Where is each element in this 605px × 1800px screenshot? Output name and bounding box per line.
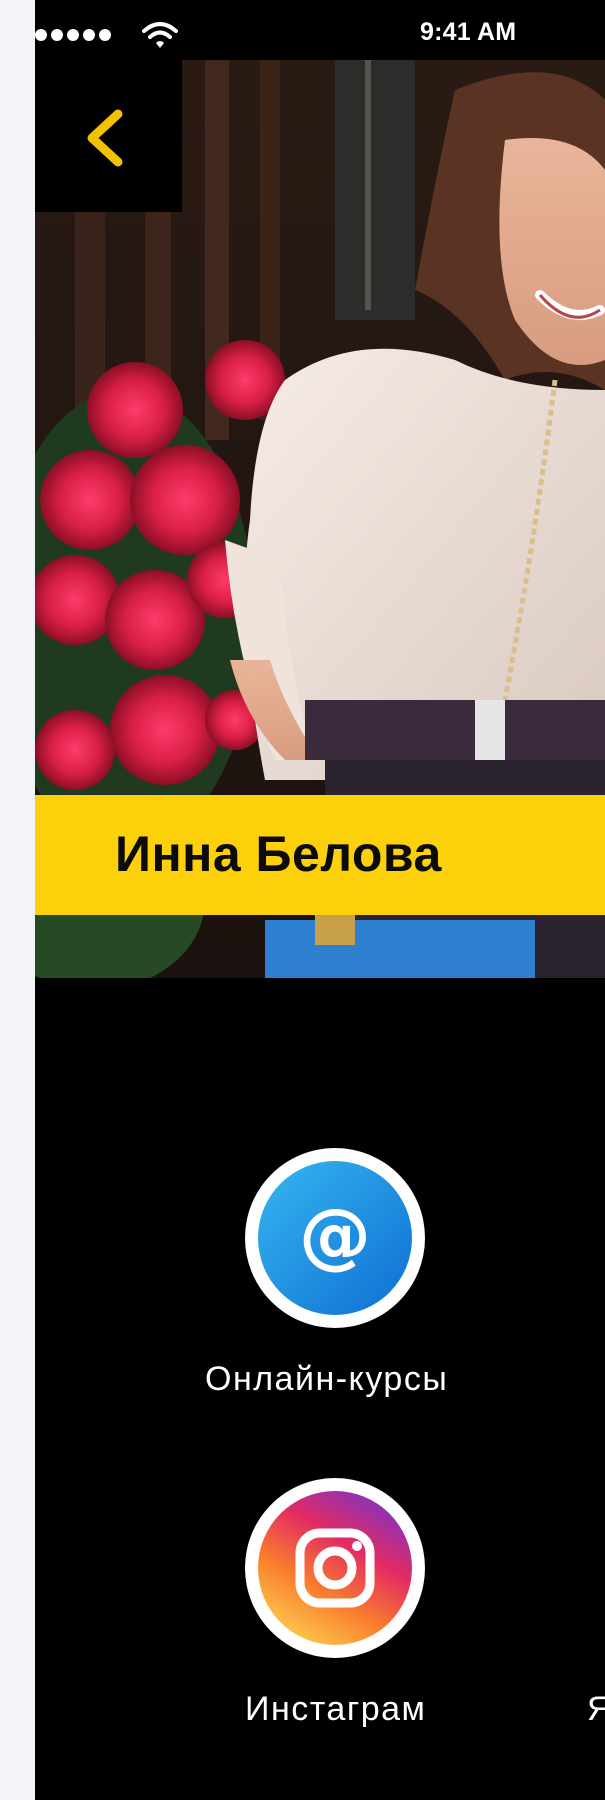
link-instagram[interactable]: Инстаграм [240, 1478, 540, 1728]
chevron-left-icon [87, 109, 123, 167]
svg-text:@: @ [299, 1193, 371, 1277]
link-label: Инстаграм [245, 1690, 427, 1728]
link-online-courses[interactable]: @ Онлайн-курсы [205, 1148, 540, 1398]
app-screen: 9:41 AM Инна Белова @ Онлайн-курсы Инста… [35, 0, 605, 1800]
online-courses-icon-badge: @ [245, 1148, 425, 1328]
status-time: 9:41 AM [420, 18, 517, 46]
status-bar: 9:41 AM [35, 0, 605, 60]
link-label: Я [587, 1690, 605, 1728]
profile-name: Инна Белова [115, 826, 442, 882]
back-button[interactable] [35, 60, 182, 212]
wifi-icon [142, 22, 178, 48]
signal-strength-icon [35, 29, 111, 41]
profile-name-banner: Инна Белова [35, 795, 605, 915]
link-label: Онлайн-курсы [205, 1360, 449, 1398]
at-sign-icon: @ [258, 1161, 412, 1315]
instagram-icon [258, 1491, 412, 1645]
link-partial[interactable]: Я [587, 1690, 605, 1740]
instagram-icon-badge [245, 1478, 425, 1658]
